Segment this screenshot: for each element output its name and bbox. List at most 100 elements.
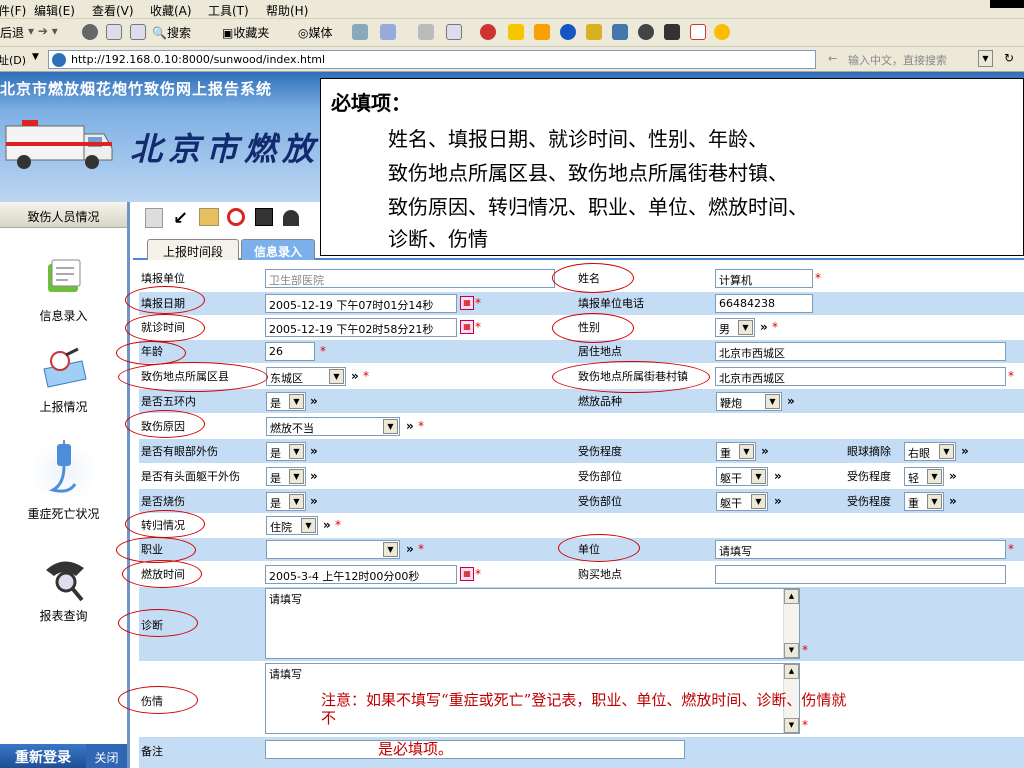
menu-favorites[interactable]: 收藏(A) bbox=[150, 2, 192, 19]
menu-file[interactable]: 件(F) bbox=[0, 2, 26, 19]
head-injury-select[interactable]: 是 ▼ bbox=[266, 467, 306, 486]
search-button[interactable]: 🔍搜索 bbox=[152, 24, 191, 41]
new-icon[interactable] bbox=[145, 208, 163, 228]
chevron-down-icon[interactable]: ▼ bbox=[927, 494, 942, 509]
chevron-down-icon[interactable]: ▼ bbox=[329, 369, 344, 384]
back-arrow-icon[interactable]: ▾ ➔ ▾ bbox=[28, 24, 58, 38]
visit-time-field[interactable]: 2005-12-19 下午02时58分21秒 bbox=[265, 318, 457, 337]
firework-time-field[interactable]: 2005-3-4 上午12时00分00秒 bbox=[265, 565, 457, 584]
menu-edit[interactable]: 编辑(E) bbox=[34, 2, 75, 19]
history-icon[interactable] bbox=[352, 24, 368, 40]
calendar-icon[interactable]: ▦ bbox=[460, 296, 474, 310]
open-folder-icon[interactable] bbox=[199, 208, 219, 226]
eye-removal-select[interactable]: 右眼 ▼ bbox=[904, 442, 956, 461]
cause-select[interactable]: 燃放不当 ▼ bbox=[266, 417, 400, 436]
plugin-icon-4[interactable] bbox=[586, 24, 602, 40]
sidebar-item-info-entry[interactable]: 信息录入 bbox=[0, 248, 127, 324]
burn-degree-select[interactable]: 重 ▼ bbox=[904, 492, 944, 511]
fifth-ring-select[interactable]: 是 ▼ bbox=[266, 392, 306, 411]
head-part-select[interactable]: 躯干 ▼ bbox=[716, 467, 768, 486]
phone-field[interactable]: 66484238 bbox=[715, 294, 813, 313]
relogin-button[interactable]: 重新登录 bbox=[0, 744, 86, 768]
smiley-icon[interactable] bbox=[714, 24, 730, 40]
refresh-icon[interactable] bbox=[106, 24, 122, 40]
chevron-down-icon[interactable]: ▼ bbox=[765, 394, 780, 409]
remarks-field[interactable] bbox=[265, 740, 685, 759]
menu-tools[interactable]: 工具(T) bbox=[208, 2, 249, 19]
chevron-down-icon[interactable]: ▼ bbox=[383, 542, 398, 557]
chevron-down-icon[interactable]: ▼ bbox=[939, 444, 954, 459]
scroll-up-icon[interactable]: ▲ bbox=[784, 664, 799, 679]
head-degree-select[interactable]: 轻 ▼ bbox=[904, 467, 944, 486]
occupation-select[interactable]: ▼ bbox=[266, 540, 400, 559]
firework-type-select[interactable]: 鞭炮 ▼ bbox=[716, 392, 782, 411]
undo-icon[interactable]: ↙ bbox=[173, 208, 188, 229]
diagnosis-textarea[interactable]: 请填写 ▲ ▼ bbox=[265, 588, 800, 659]
plugin-icon-2[interactable] bbox=[534, 24, 550, 40]
sidebar-item-severe-death[interactable]: 重症死亡状况 bbox=[0, 440, 127, 522]
eye-injury-select[interactable]: 是 ▼ bbox=[266, 442, 306, 461]
street-field[interactable]: 北京市西城区 bbox=[715, 367, 1006, 386]
favorites-button[interactable]: ▣收藏夹 bbox=[222, 24, 269, 41]
print-icon[interactable] bbox=[418, 24, 434, 40]
report-unit-field[interactable]: 卫生部医院 bbox=[265, 269, 555, 288]
chevron-down-icon[interactable]: ▼ bbox=[289, 494, 304, 509]
plugin-icon-5[interactable] bbox=[612, 24, 628, 40]
tab-info-entry[interactable]: 信息录入 bbox=[241, 239, 315, 260]
sidebar-item-report-status[interactable]: 上报情况 bbox=[0, 339, 127, 415]
stop-icon[interactable] bbox=[82, 24, 98, 40]
chevron-down-icon[interactable]: ▼ bbox=[927, 469, 942, 484]
back-button[interactable]: 后退 bbox=[0, 24, 24, 41]
gender-select[interactable]: 男 ▼ bbox=[715, 318, 755, 337]
chevron-down-icon[interactable]: ▼ bbox=[751, 494, 766, 509]
employer-field[interactable]: 请填写 bbox=[715, 540, 1006, 559]
chevron-down-icon[interactable]: ▼ bbox=[289, 394, 304, 409]
scroll-down-icon[interactable]: ▼ bbox=[784, 643, 799, 658]
url-input[interactable]: http://192.168.0.10:8000/sunwood/index.h… bbox=[48, 50, 816, 69]
chevron-down-icon[interactable]: ▼ bbox=[739, 444, 754, 459]
calendar-icon[interactable]: ▦ bbox=[460, 320, 474, 334]
scroll-down-icon[interactable]: ▼ bbox=[784, 718, 799, 733]
scroll-up-icon[interactable]: ▲ bbox=[784, 589, 799, 604]
search-dropdown-icon[interactable]: ▼ bbox=[978, 50, 993, 67]
cancel-icon[interactable] bbox=[227, 208, 245, 226]
chevron-down-icon[interactable]: ▼ bbox=[289, 469, 304, 484]
chevron-down-icon[interactable]: ▼ bbox=[383, 419, 398, 434]
chevron-down-icon[interactable]: ▼ bbox=[301, 518, 316, 533]
residence-field[interactable]: 北京市西城区 bbox=[715, 342, 1006, 361]
chevron-down-icon[interactable]: ▼ bbox=[289, 444, 304, 459]
plugin-icon-6[interactable] bbox=[638, 24, 654, 40]
scrollbar[interactable]: ▲ ▼ bbox=[783, 589, 799, 658]
close-button[interactable]: 关闭 bbox=[86, 744, 127, 768]
qq-icon[interactable] bbox=[480, 24, 496, 40]
plugin-icon-3[interactable] bbox=[560, 24, 576, 40]
go-icon[interactable]: ↻ bbox=[1004, 51, 1014, 65]
tab-report-period[interactable]: 上报时间段 bbox=[147, 239, 239, 260]
sidebar-item-report-query[interactable]: 报表查询 bbox=[0, 548, 127, 624]
chevron-down-icon[interactable]: ▼ bbox=[738, 320, 753, 335]
burn-part-select[interactable]: 躯干 ▼ bbox=[716, 492, 768, 511]
age-field[interactable]: 26 bbox=[265, 342, 315, 361]
report-date-field[interactable]: 2005-12-19 下午07时01分14秒 bbox=[265, 294, 457, 313]
menu-view[interactable]: 查看(V) bbox=[92, 2, 134, 19]
outcome-select[interactable]: 住院 ▼ bbox=[266, 516, 318, 535]
media-button[interactable]: ◎媒体 bbox=[298, 24, 333, 41]
web-search-input[interactable]: 输入中文，直接搜索 bbox=[848, 52, 947, 68]
calendar-icon[interactable]: ▦ bbox=[460, 567, 474, 581]
name-field[interactable]: 计算机 bbox=[715, 269, 813, 288]
mail-icon[interactable] bbox=[380, 24, 396, 40]
plugin-icon-7[interactable] bbox=[664, 24, 680, 40]
save-icon[interactable] bbox=[255, 208, 273, 226]
plugin-icon-8[interactable] bbox=[690, 24, 706, 40]
chevron-down-icon[interactable]: ▼ bbox=[751, 469, 766, 484]
purchase-place-field[interactable] bbox=[715, 565, 1006, 584]
burn-select[interactable]: 是 ▼ bbox=[266, 492, 306, 511]
help-icon[interactable] bbox=[283, 210, 299, 226]
edit-icon[interactable] bbox=[446, 24, 462, 40]
home-icon[interactable] bbox=[130, 24, 146, 40]
eye-degree-select[interactable]: 重 ▼ bbox=[716, 442, 756, 461]
district-select[interactable]: 东城区 ▼ bbox=[266, 367, 346, 386]
address-dropdown-icon[interactable]: ▼ bbox=[32, 52, 39, 62]
menu-help[interactable]: 帮助(H) bbox=[266, 2, 308, 19]
plugin-icon-1[interactable] bbox=[508, 24, 524, 40]
